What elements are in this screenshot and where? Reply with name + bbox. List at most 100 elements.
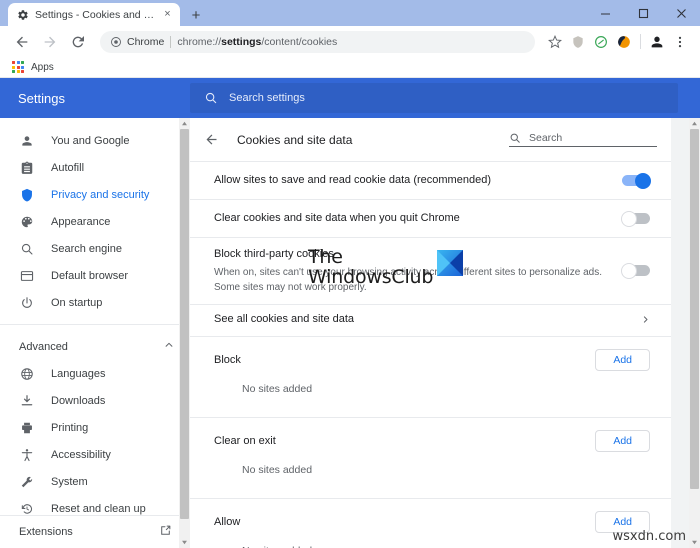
three-dot-menu-icon[interactable] [669, 31, 691, 53]
maximize-icon[interactable] [624, 0, 662, 26]
sidebar-item-label: Accessibility [51, 448, 111, 461]
sidebar-item-default-browser[interactable]: Default browser [0, 262, 190, 289]
bookmarks-bar: Apps [0, 57, 700, 78]
sidebar-item-downloads[interactable]: Downloads [0, 387, 190, 414]
bookmark-star-icon[interactable] [544, 31, 566, 53]
empty-state-clear-on-exit: No sites added [242, 463, 313, 476]
scroll-up-arrow-icon[interactable] [179, 118, 190, 129]
setting-label: Block third-party cookies [214, 248, 334, 260]
sidebar-item-privacy-and-security[interactable]: Privacy and security [0, 181, 190, 208]
sidebar-item-autofill[interactable]: Autofill [0, 154, 190, 181]
sidebar-scroll-track[interactable] [179, 129, 190, 537]
toggle-allow-cookies[interactable] [622, 172, 651, 189]
url-suffix: /content/cookies [261, 35, 338, 48]
sidebar-item-extensions[interactable]: Extensions [0, 515, 190, 548]
page-search-input[interactable]: Search [509, 132, 657, 147]
reload-icon[interactable] [65, 29, 91, 55]
toolbar-icon-group [544, 31, 691, 53]
sidebar-item-label: On startup [51, 296, 103, 309]
profile-avatar-icon[interactable] [646, 31, 668, 53]
scroll-down-arrow-icon[interactable] [689, 537, 700, 548]
toggle-clear-on-quit[interactable] [621, 210, 650, 227]
toolbar-separator [640, 34, 641, 49]
search-icon [205, 92, 217, 104]
extension-orange-icon[interactable] [613, 31, 635, 53]
sidebar-scroll-area: You and Google Autofill Privacy and secu… [0, 118, 190, 515]
minimize-icon[interactable] [586, 0, 624, 26]
section-header: Clear on exit Add [214, 418, 650, 464]
sidebar-item-reset-and-clean-up[interactable]: Reset and clean up [0, 495, 190, 515]
page-search-placeholder: Search [529, 132, 563, 144]
tab-title: Settings - Cookies and site data [35, 8, 155, 21]
search-input[interactable]: Search settings [190, 83, 678, 113]
add-button-allow[interactable]: Add [595, 510, 650, 534]
chevron-right-icon [641, 315, 650, 326]
scroll-down-arrow-icon[interactable] [179, 537, 190, 548]
breadcrumb: Cookies and site data Search [190, 118, 671, 161]
main-scrollbar[interactable] [689, 118, 700, 548]
bookmark-apps-label[interactable]: Apps [31, 62, 54, 73]
back-arrow-icon[interactable] [204, 132, 219, 147]
wrench-icon [19, 474, 34, 489]
sidebar-advanced-toggle[interactable]: Advanced [0, 333, 190, 360]
power-icon [19, 295, 34, 310]
close-icon[interactable] [662, 0, 700, 26]
back-arrow-icon[interactable] [9, 29, 35, 55]
extension-shield-icon[interactable] [567, 31, 589, 53]
settings-sidebar: You and Google Autofill Privacy and secu… [0, 118, 190, 548]
sidebar-item-printing[interactable]: Printing [0, 414, 190, 441]
clipboard-icon [19, 160, 34, 175]
section-header: Block Add [214, 337, 650, 383]
see-all-text: See all cookies and site data [214, 312, 641, 328]
gear-icon [18, 9, 28, 20]
setting-row-allow-cookies[interactable]: Allow sites to save and read cookie data… [190, 161, 671, 199]
tab-close-icon[interactable]: × [161, 8, 174, 21]
omnibox-separator [170, 35, 172, 48]
forward-arrow-icon[interactable] [37, 29, 63, 55]
new-tab-button[interactable]: + [184, 4, 208, 26]
sidebar-divider [0, 324, 190, 325]
setting-row-text: Block third-party cookies When on, sites… [214, 247, 622, 295]
toggle-block-third-party[interactable] [621, 262, 650, 279]
sidebar-scroll-thumb[interactable] [180, 129, 189, 519]
apps-grid-icon[interactable] [12, 61, 24, 73]
sidebar-item-system[interactable]: System [0, 468, 190, 495]
sidebar-item-label: Search engine [51, 242, 122, 255]
sidebar-scrollbar[interactable] [179, 118, 190, 548]
magnifier-icon [19, 241, 34, 256]
address-bar[interactable]: Chrome chrome://settings/content/cookies [100, 30, 535, 53]
accessibility-icon [19, 447, 34, 462]
sidebar-item-on-startup[interactable]: On startup [0, 289, 190, 316]
download-icon [19, 393, 34, 408]
settings-page: Settings Search settings You and Google … [0, 78, 700, 548]
setting-row-text: Allow sites to save and read cookie data… [214, 173, 622, 189]
main-scroll-track[interactable] [689, 129, 700, 537]
sidebar-item-label: Autofill [51, 161, 85, 174]
extension-green-circle-icon[interactable] [590, 31, 612, 53]
window-controls [586, 0, 700, 26]
settings-brand[interactable]: Settings [0, 78, 190, 118]
settings-card: Cookies and site data Search Allow sites… [190, 118, 671, 548]
settings-body: You and Google Autofill Privacy and secu… [0, 118, 700, 548]
sidebar-item-label: Languages [51, 367, 106, 380]
scroll-up-arrow-icon[interactable] [689, 118, 700, 129]
sidebar-item-accessibility[interactable]: Accessibility [0, 441, 190, 468]
sidebar-item-search-engine[interactable]: Search engine [0, 235, 190, 262]
section-title: Clear on exit [214, 434, 276, 447]
settings-main: Cookies and site data Search Allow sites… [190, 118, 700, 548]
sidebar-item-you-and-google[interactable]: You and Google [0, 127, 190, 154]
see-all-cookies-row[interactable]: See all cookies and site data [190, 303, 671, 336]
sidebar-item-languages[interactable]: Languages [0, 360, 190, 387]
sidebar-item-appearance[interactable]: Appearance [0, 208, 190, 235]
omnibox-url: chrome://settings/content/cookies [177, 36, 337, 48]
add-button-clear-on-exit[interactable]: Add [595, 429, 650, 453]
main-scroll-thumb[interactable] [690, 129, 699, 489]
setting-row-block-third-party[interactable]: Block third-party cookies When on, sites… [190, 237, 671, 304]
setting-row-clear-on-quit[interactable]: Clear cookies and site data when you qui… [190, 199, 671, 237]
setting-label: Clear cookies and site data when you qui… [214, 211, 460, 224]
palette-icon [19, 214, 34, 229]
browser-tab[interactable]: Settings - Cookies and site data × [8, 3, 180, 26]
section-clear-on-exit: Clear on exit Add No sites added [190, 416, 671, 498]
section-allow: Allow Add No sites added [190, 497, 671, 548]
add-button-block[interactable]: Add [595, 348, 650, 372]
